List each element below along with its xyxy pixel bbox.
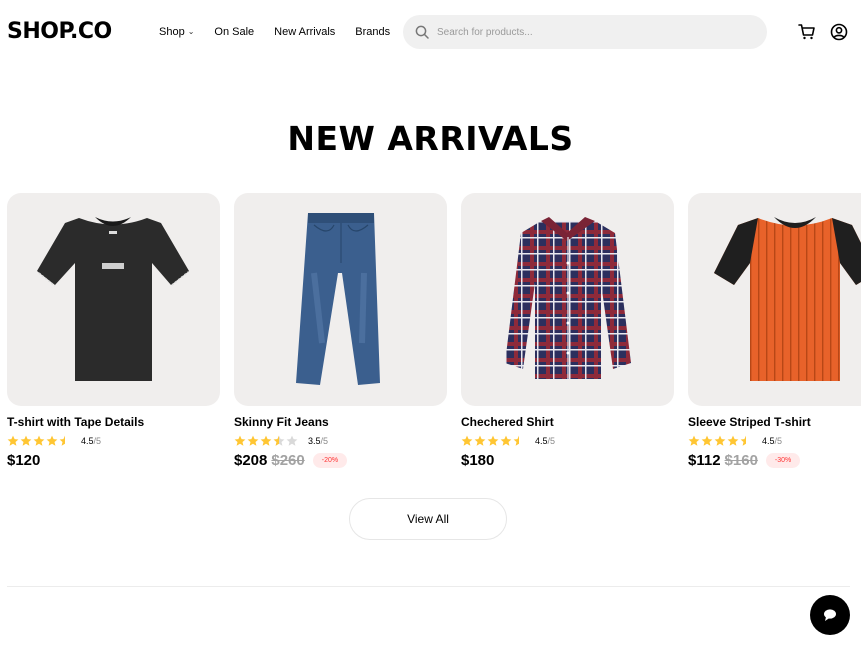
nav-shop[interactable]: Shop ⌄ [159, 24, 194, 40]
rating-stars [688, 435, 753, 447]
product-image-blue-jeans[interactable] [234, 193, 447, 406]
rating-value: 4.5 [535, 436, 548, 446]
logo[interactable]: SHOP.CO [7, 18, 112, 46]
star-half-icon [513, 435, 519, 446]
rating-value: 3.5 [308, 436, 321, 446]
star-half-icon [273, 435, 285, 446]
product-old-price: $260 [271, 452, 305, 469]
star-empty-icon [286, 435, 298, 446]
product-card[interactable]: Skinny Fit Jeans 3.5/5 $208 $260 -20% [234, 193, 447, 469]
star-icon [727, 435, 739, 446]
product-card[interactable]: T-shirt with Tape Details 4.5/5 $120 [7, 193, 220, 469]
star-icon [688, 435, 700, 446]
product-name[interactable]: Sleeve Striped T-shirt [688, 415, 811, 430]
nav-brands-label: Brands [355, 26, 391, 38]
chat-icon [824, 609, 836, 621]
rating-text: 3.5/5 [308, 436, 328, 446]
product-price: $208 [234, 452, 268, 469]
product-price: $120 [7, 452, 41, 469]
rating-max: /5 [320, 436, 329, 446]
star-icon [260, 435, 272, 446]
product-image-striped-tshirt[interactable] [688, 193, 861, 406]
product-rating: 4.5/5 [7, 435, 101, 447]
star-icon [20, 435, 32, 446]
nav-shop-label: Shop [159, 26, 185, 38]
chat-button[interactable] [810, 595, 850, 635]
product-image-checkered-shirt[interactable] [461, 193, 674, 406]
product-prices: $180 [461, 452, 494, 469]
main-nav: Shop ⌄ On Sale New Arrivals Brands [159, 24, 410, 40]
product-card[interactable]: Sleeve Striped T-shirt 4.5/5 $112 $160 -… [688, 193, 861, 469]
product-prices: $112 $160 -30% [688, 452, 801, 469]
star-icon [33, 435, 45, 446]
product-price: $180 [461, 452, 495, 469]
star-icon [234, 435, 246, 446]
rating-text: 4.5/5 [762, 436, 782, 446]
rating-value: 4.5 [762, 436, 775, 446]
product-name[interactable]: Skinny Fit Jeans [234, 415, 329, 430]
site-header: SHOP.CO Shop ⌄ On Sale New Arrivals Bran… [0, 0, 861, 64]
product-prices: $208 $260 -20% [234, 452, 348, 469]
rating-stars [234, 435, 299, 447]
star-icon [7, 435, 19, 446]
star-icon [461, 435, 473, 446]
discount-badge: -30% [765, 453, 801, 468]
account-icon[interactable] [830, 23, 848, 41]
chevron-down-icon: ⌄ [187, 27, 195, 36]
product-rating: 3.5/5 [234, 435, 328, 447]
star-icon [714, 435, 726, 446]
rating-stars [7, 435, 72, 447]
star-half-icon [59, 435, 65, 446]
star-icon [474, 435, 486, 446]
star-icon [247, 435, 259, 446]
nav-on-sale-label: On Sale [214, 26, 255, 38]
star-icon [46, 435, 58, 446]
rating-max: /5 [547, 436, 556, 446]
view-all-button[interactable]: View All [349, 498, 507, 540]
product-name[interactable]: T-shirt with Tape Details [7, 415, 144, 430]
nav-new-arrivals-label: New Arrivals [274, 26, 336, 38]
product-price: $112 [688, 452, 721, 469]
rating-text: 4.5/5 [535, 436, 555, 446]
star-icon [500, 435, 512, 446]
nav-new-arrivals[interactable]: New Arrivals [274, 24, 335, 40]
cart-icon[interactable] [798, 23, 816, 41]
product-image-black-tshirt[interactable] [7, 193, 220, 406]
section-divider [7, 586, 850, 587]
star-half-icon [740, 435, 746, 446]
product-rating: 4.5/5 [688, 435, 782, 447]
section-title: NEW ARRIVALS [287, 119, 574, 158]
search-icon[interactable] [415, 25, 429, 39]
product-rating: 4.5/5 [461, 435, 555, 447]
product-card[interactable]: Chechered Shirt 4.5/5 $180 [461, 193, 674, 469]
rating-max: /5 [93, 436, 102, 446]
nav-on-sale[interactable]: On Sale [214, 24, 254, 40]
rating-value: 4.5 [81, 436, 94, 446]
discount-badge: -20% [312, 453, 348, 468]
search-bar [403, 15, 767, 49]
search-input[interactable] [437, 26, 737, 38]
rating-text: 4.5/5 [81, 436, 101, 446]
star-icon [487, 435, 499, 446]
product-name[interactable]: Chechered Shirt [461, 415, 554, 430]
nav-brands[interactable]: Brands [355, 24, 390, 40]
rating-stars [461, 435, 526, 447]
star-icon [701, 435, 713, 446]
product-old-price: $160 [724, 452, 758, 469]
product-prices: $120 [7, 452, 40, 469]
rating-max: /5 [774, 436, 783, 446]
